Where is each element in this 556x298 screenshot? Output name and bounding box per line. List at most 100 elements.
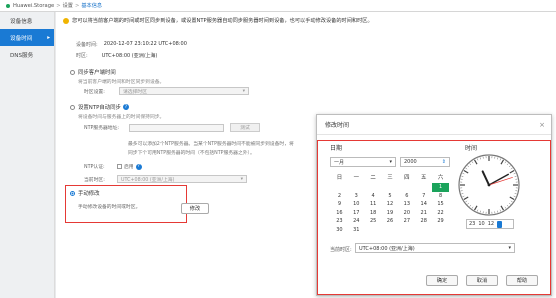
- manual-radio[interactable]: [70, 190, 75, 196]
- manual-desc: 手动修改设备的时间或时区。: [78, 205, 141, 210]
- ntp-auth-label: NTP认证:: [84, 165, 105, 170]
- calendar-day[interactable]: 13: [398, 200, 415, 209]
- calendar-empty-cell: [382, 183, 399, 192]
- sync-client-tz-select[interactable]: 请选择时区 ▾: [119, 87, 249, 95]
- calendar-day[interactable]: 16: [331, 209, 348, 218]
- year-spinner[interactable]: 2000 ⇕: [400, 157, 450, 167]
- calendar-empty-cell: [415, 226, 432, 235]
- sidebar-item-device-time[interactable]: 设备时间 ▸: [0, 29, 54, 46]
- calendar-day[interactable]: 4: [365, 192, 382, 201]
- ntp-note-2: 同步下个可用NTP服务器的时间（不包括NTP服务器之外）。: [128, 151, 255, 156]
- calendar-day[interactable]: 2: [331, 192, 348, 201]
- sidebar-item-label: 设备时间: [10, 35, 33, 42]
- ntp-note-1: 最多可以添加2个NTP服务器。当某个NTP服务器时间不能被同步到设备时，将: [128, 142, 294, 147]
- notice-text: 您可以将当前客户端的时间或时区同步到设备，或设置NTP服务器自动同步服务器时间到…: [72, 18, 373, 24]
- sidebar-item-dns[interactable]: DNS服务: [0, 46, 54, 63]
- spinner-arrows-icon: ⇕: [441, 159, 446, 165]
- calendar-empty-cell: [331, 234, 348, 243]
- sidebar-item-label: 设备信息: [10, 18, 33, 25]
- chevron-down-icon: ▾: [242, 88, 245, 94]
- chevron-down-icon: ▾: [389, 159, 392, 165]
- select-placeholder: 请选择时区: [123, 89, 147, 95]
- calendar-day[interactable]: 8: [432, 192, 449, 201]
- current-tz-value: UTC+08:00 (亚洲/上海): [359, 245, 415, 252]
- calendar-day[interactable]: 27: [398, 217, 415, 226]
- calendar-day[interactable]: 21: [415, 209, 432, 218]
- dialog-title: 修改时间: [325, 122, 350, 129]
- ok-button[interactable]: 确定: [426, 275, 458, 286]
- calendar-day[interactable]: 24: [348, 217, 365, 226]
- calendar-day[interactable]: 31: [348, 226, 365, 235]
- calendar-day[interactable]: 12: [382, 200, 399, 209]
- ntp-option[interactable]: 设置NTP自动同步 ?: [70, 103, 129, 111]
- ntp-zone-label: 当前时区:: [84, 177, 105, 183]
- calendar-day[interactable]: 25: [365, 217, 382, 226]
- hour-value: 23: [469, 221, 476, 227]
- calendar-day[interactable]: 7: [415, 192, 432, 201]
- calendar-day[interactable]: 10: [348, 200, 365, 209]
- time-spinner[interactable]: 23 10 12: [466, 219, 514, 229]
- year-value: 2000: [404, 159, 417, 165]
- month-select[interactable]: 一月 ▾: [330, 157, 396, 167]
- current-tz-select[interactable]: UTC+08:00 (亚洲/上海) ▾: [355, 243, 515, 253]
- calendar-day[interactable]: 22: [432, 209, 449, 218]
- cancel-button[interactable]: 取消: [466, 275, 498, 286]
- calendar-day[interactable]: 17: [348, 209, 365, 218]
- help-icon[interactable]: ?: [122, 104, 129, 110]
- ntp-zone-select[interactable]: UTC+08:00 (亚洲/上海) ▾: [117, 175, 247, 183]
- dialog-header: 修改时间 ×: [317, 115, 551, 135]
- calendar-empty-cell: [382, 226, 399, 235]
- ntp-label: 设置NTP自动同步: [78, 105, 121, 111]
- device-time-value: 2020-12-07 23:10:22 UTC+08:00: [103, 41, 187, 47]
- calendar-day[interactable]: 29: [432, 217, 449, 226]
- calendar-weekday: 日: [336, 175, 343, 181]
- ntp-server-input[interactable]: [129, 123, 224, 132]
- ntp-auth-row: NTP认证: 启用 ?: [84, 163, 142, 170]
- spinner-arrows-icon[interactable]: [497, 220, 503, 228]
- breadcrumb-settings[interactable]: 设置: [63, 2, 73, 9]
- calendar-day[interactable]: 14: [415, 200, 432, 209]
- calendar-day[interactable]: 28: [415, 217, 432, 226]
- manual-option[interactable]: 手动修改: [70, 189, 100, 197]
- help-button[interactable]: 帮助: [506, 275, 538, 286]
- calendar-empty-cell: [365, 226, 382, 235]
- title-bar: Huawei.Storage > 设置 > 基本信息: [0, 0, 556, 12]
- calendar-day[interactable]: 23: [331, 217, 348, 226]
- ntp-auth-checkbox[interactable]: [117, 164, 122, 169]
- calendar-day[interactable]: 3: [348, 192, 365, 201]
- calendar-day[interactable]: 1: [432, 183, 449, 192]
- breadcrumb-separator: >: [74, 2, 80, 9]
- calendar-day[interactable]: 20: [398, 209, 415, 218]
- sync-client-tz-row: 时区设置: 请选择时区 ▾: [84, 87, 249, 95]
- modify-button[interactable]: 修改: [181, 203, 209, 214]
- calendar-weekday: 六: [437, 175, 444, 181]
- time-label: 时间: [465, 145, 478, 152]
- calendar-day[interactable]: 30: [331, 226, 348, 235]
- calendar-day[interactable]: 15: [432, 200, 449, 209]
- calendar-day[interactable]: 5: [382, 192, 399, 201]
- ntp-server-label: NTP服务器地址:: [84, 126, 120, 131]
- sidebar-item-device-info[interactable]: 设备信息: [0, 12, 54, 29]
- second-value: 12: [487, 221, 495, 227]
- close-icon[interactable]: ×: [539, 121, 545, 129]
- sync-client-radio[interactable]: [70, 69, 75, 75]
- calendar-day[interactable]: 19: [382, 209, 399, 218]
- sync-client-option[interactable]: 同步客户端时间: [70, 68, 116, 76]
- breadcrumb-app[interactable]: Huawei.Storage: [13, 3, 54, 9]
- calendar-day[interactable]: 11: [365, 200, 382, 209]
- calendar-day[interactable]: 18: [365, 209, 382, 218]
- calendar-weekday: 三: [387, 175, 393, 181]
- timezone-value: UTC+08:00 (亚洲/上海): [101, 53, 158, 59]
- help-icon[interactable]: ?: [135, 163, 142, 170]
- calendar-day[interactable]: 9: [331, 200, 348, 209]
- calendar: 日一二三四五六 1 2 3 4 5 6 7 8 9 10 11 12 13 14 15 16 17 18 19 20 2…: [331, 173, 449, 237]
- ntp-test-button[interactable]: 测试: [230, 123, 260, 132]
- device-time-row: 设备时间: 2020-12-07 23:10:22 UTC+08:00: [76, 41, 187, 48]
- calendar-day[interactable]: 26: [382, 217, 399, 226]
- analog-clock: [458, 154, 520, 216]
- ntp-radio[interactable]: [70, 104, 75, 110]
- current-tz-label: 当前时区:: [330, 247, 352, 253]
- calendar-empty-cell: [415, 183, 432, 192]
- date-label: 日期: [330, 145, 343, 152]
- calendar-day[interactable]: 6: [398, 192, 415, 201]
